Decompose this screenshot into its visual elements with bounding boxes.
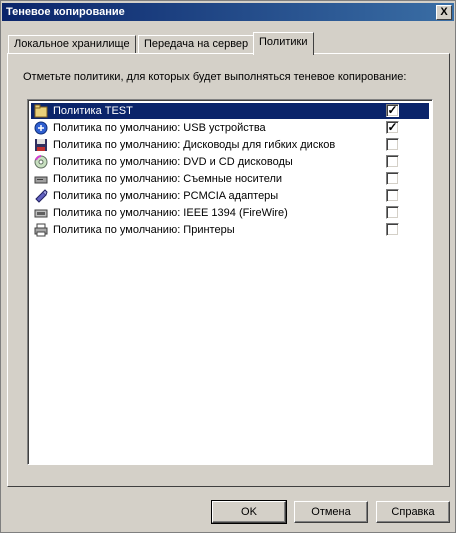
policy-row-floppy[interactable]: Политика по умолчанию: Дисководы для гиб… [31, 137, 429, 153]
policy-row-dvd-cd[interactable]: Политика по умолчанию: DVD и CD дисковод… [31, 154, 429, 170]
tab-local-storage[interactable]: Локальное хранилище [8, 35, 136, 54]
cancel-button[interactable]: Отмена [294, 501, 368, 523]
policy-label: Политика по умолчанию: Дисководы для гиб… [53, 139, 336, 151]
policy-label: Политика по умолчанию: IEEE 1394 (FireWi… [53, 207, 288, 219]
floppy-icon [35, 139, 47, 151]
close-button[interactable]: X [436, 5, 452, 20]
ok-button[interactable]: OK [211, 500, 287, 524]
policy-row-pcmcia[interactable]: Политика по умолчанию: PCMCIA адаптеры [31, 188, 429, 204]
tab-policies[interactable]: Политики [253, 32, 314, 55]
policy-list[interactable]: Политика TEST ✓ Политика по умолчанию: U… [27, 99, 433, 465]
policy-checkbox[interactable] [386, 189, 399, 202]
close-icon: X [440, 6, 448, 18]
dialog-window: Теневое копирование X Локальное хранилищ… [0, 0, 456, 533]
policy-label: Политика по умолчанию: Съемные носители [53, 173, 283, 185]
usb-icon [34, 121, 48, 135]
window-title: Теневое копирование [6, 6, 125, 18]
policies-panel: Отметьте политики, для которых будет вып… [7, 53, 450, 487]
policy-label: Политика по умолчанию: Принтеры [53, 224, 235, 236]
instruction-text: Отметьте политики, для которых будет вып… [23, 71, 407, 83]
policy-row-usb[interactable]: Политика по умолчанию: USB устройства ✓ [31, 120, 429, 136]
policy-checkbox[interactable]: ✓ [386, 121, 399, 134]
policy-checkbox[interactable] [386, 138, 399, 151]
tab-server-transfer[interactable]: Передача на сервер [138, 35, 255, 54]
pcmcia-icon [35, 189, 48, 203]
policy-row-removable[interactable]: Политика по умолчанию: Съемные носители [31, 171, 429, 187]
policy-checkbox[interactable] [386, 172, 399, 185]
title-bar[interactable]: Теневое копирование X [2, 3, 454, 21]
policy-label: Политика по умолчанию: PCMCIA адаптеры [53, 190, 279, 202]
policy-checkbox[interactable] [386, 223, 399, 236]
policy-label: Политика по умолчанию: USB устройства [53, 122, 266, 134]
firewire-icon [34, 209, 48, 218]
help-button[interactable]: Справка [376, 501, 450, 523]
policy-checkbox[interactable] [386, 206, 399, 219]
policy-row-firewire[interactable]: Политика по умолчанию: IEEE 1394 (FireWi… [31, 205, 429, 221]
printer-icon [34, 223, 48, 237]
policy-label: Политика TEST [51, 105, 135, 118]
policy-checkbox[interactable]: ✓ [386, 104, 399, 117]
policy-label: Политика по умолчанию: DVD и CD дисковод… [53, 156, 293, 168]
policy-row-printers[interactable]: Политика по умолчанию: Принтеры [31, 222, 429, 238]
policy-checkbox[interactable] [386, 155, 399, 168]
removable-drive-icon [34, 176, 48, 184]
cd-icon [34, 155, 48, 169]
folder-icon [34, 104, 48, 118]
policy-row-test[interactable]: Политика TEST ✓ [31, 103, 429, 119]
